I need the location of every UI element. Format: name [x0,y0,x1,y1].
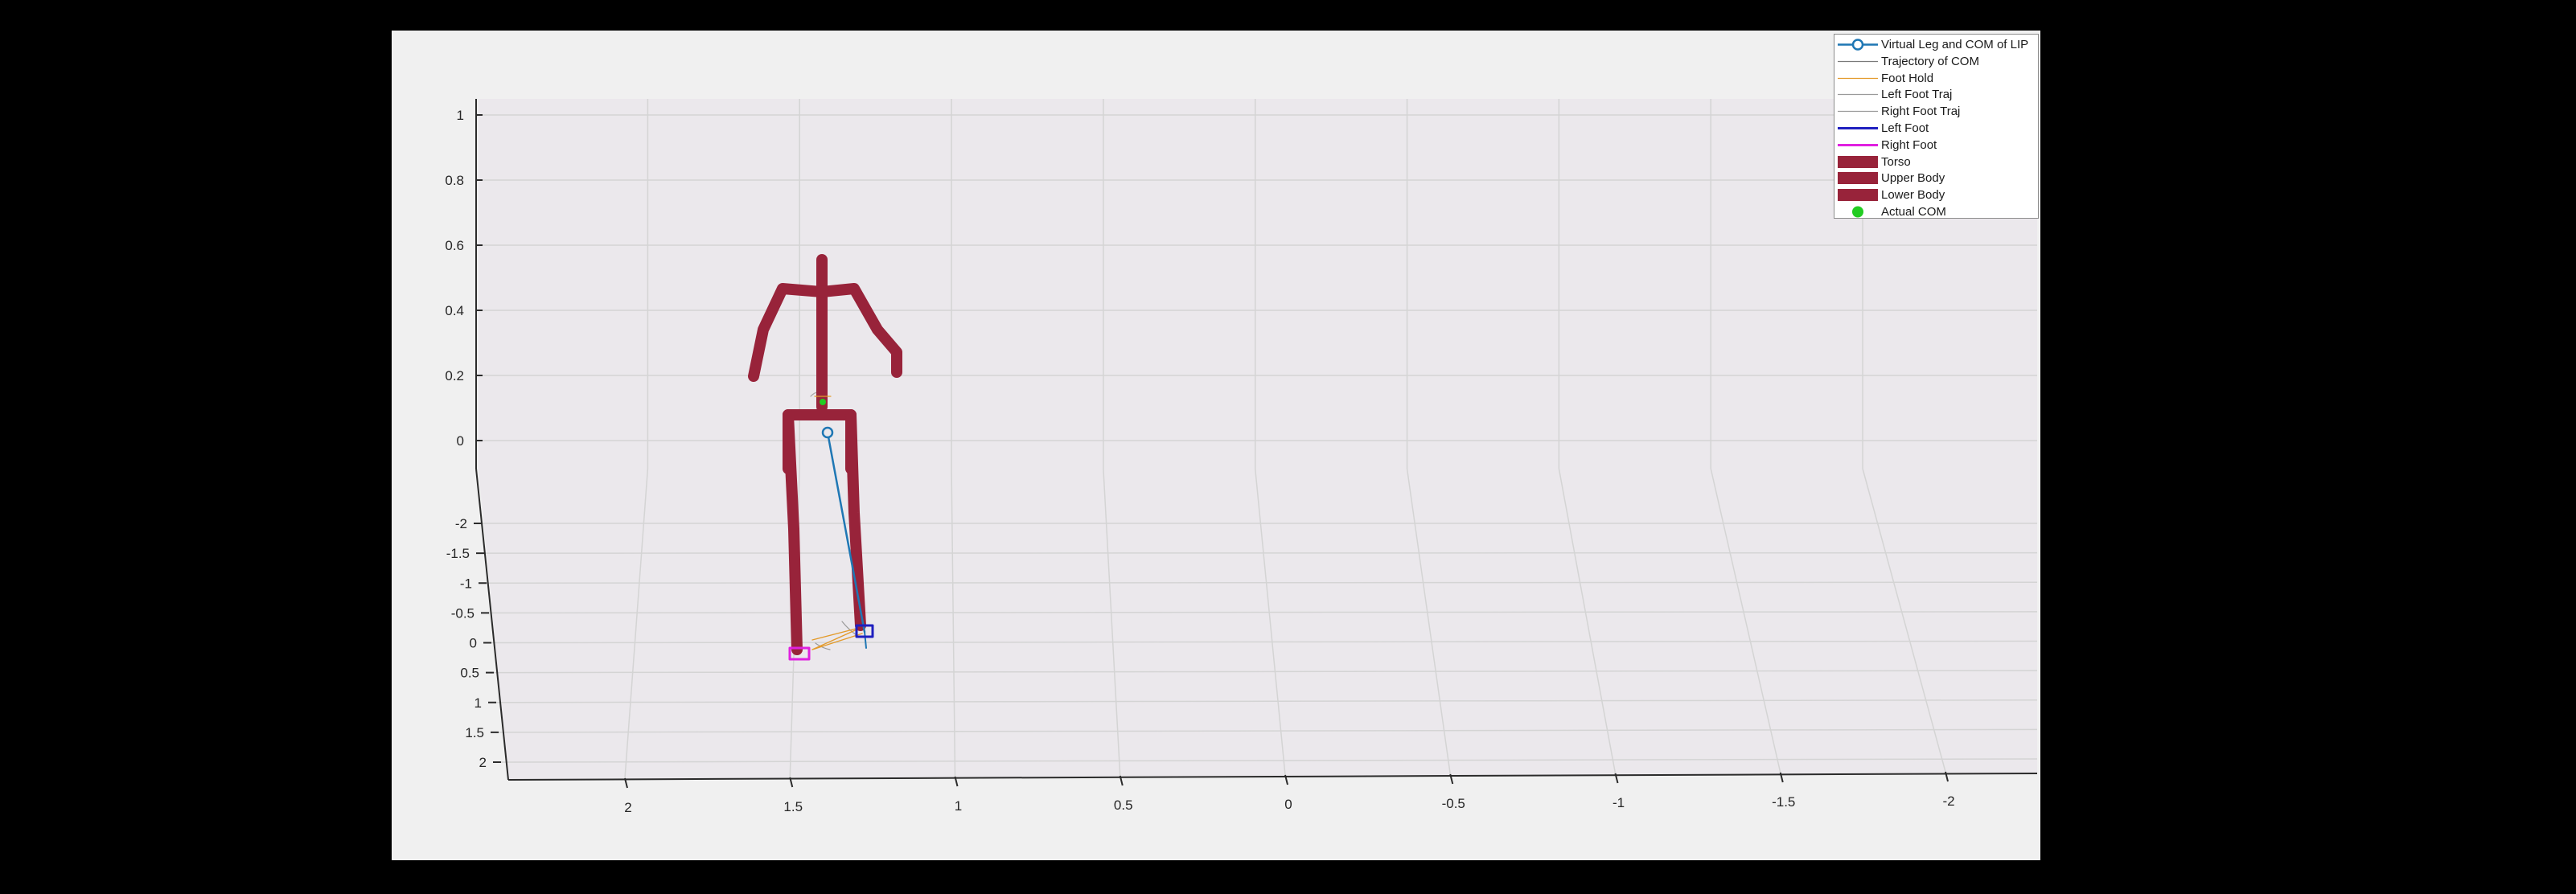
legend-item-label: Virtual Leg and COM of LIP [1881,38,2029,51]
grid-line-y [483,552,2038,554]
axes-floor [479,469,2037,780]
x-tick-label: -1 [1613,795,1625,810]
z-tick-label: 1 [457,108,464,123]
axes-back-wall [479,99,2037,469]
x-tick-label: -0.5 [1442,796,1465,811]
z-tick-label: 0.2 [445,368,464,383]
grid-line-y [486,581,2038,584]
legend-item[interactable]: Torso [1834,154,2038,170]
legend-item-label: Upper Body [1881,171,1945,186]
legend-item-label: Foot Hold [1881,71,1934,85]
y-tick-label: -1 [460,576,472,591]
legend-item[interactable]: Right Foot Traj [1834,103,2038,120]
z-tick-label: 0.4 [445,303,464,318]
legend-item-label: Actual COM [1881,205,1946,219]
x-tick-label: 0.5 [1114,798,1133,813]
legend-item[interactable]: Virtual Leg and COM of LIP [1834,36,2038,53]
z-tick-label: 0.8 [445,173,464,188]
legend-item[interactable]: Trajectory of COM [1834,53,2038,70]
legend-swatch-icon [1838,94,1878,96]
legend-swatch-icon [1838,143,1878,146]
y-tick-label: 0.5 [460,666,479,681]
x-tick-label: -2 [1942,794,1954,809]
legend-item[interactable]: Actual COM [1834,203,2038,220]
y-tick-label: -0.5 [451,605,475,621]
plot-legend[interactable]: Virtual Leg and COM of LIP Trajectory of … [1834,34,2039,219]
legend-item[interactable]: Upper Body [1834,170,2038,187]
3d-plot-axes[interactable]: 1 0.8 0.6 0.4 0.2 0 -2 -1.5 -1 -0.5 0 0.5 1 1.5 2 2 1.5 1… [392,31,2040,860]
y-tick-label: 2 [479,755,487,770]
x-tick-label: 0 [1284,797,1292,812]
legend-swatch-icon [1838,189,1878,202]
matlab-figure-window: 1 0.8 0.6 0.4 0.2 0 -2 -1.5 -1 -0.5 0 0.5 1 1.5 2 2 1.5 1… [392,31,2040,860]
legend-swatch-icon [1838,155,1878,168]
legend-item-label: Right Foot [1881,137,1937,152]
x-tick-label: 1 [955,798,962,814]
lip-com-marker [821,426,834,439]
legend-item[interactable]: Foot Hold [1834,70,2038,87]
legend-item-label: Lower Body [1881,188,1945,203]
legend-swatch-icon [1838,111,1878,113]
y-tick-label: 1 [475,695,482,711]
y-tick-label: -1.5 [446,546,470,561]
legend-item-label: Trajectory of COM [1881,54,1979,68]
legend-item-label: Left Foot Traj [1881,88,1953,102]
legend-item[interactable]: Right Foot [1834,137,2038,154]
legend-item[interactable]: Left Foot Traj [1834,86,2038,103]
x-tick-label: 1.5 [783,799,803,814]
legend-item-label: Left Foot [1881,121,1929,135]
z-tick-label: 0 [457,433,464,449]
x-tick-label: -1.5 [1772,794,1795,810]
y-tick-label: 1.5 [465,725,484,740]
x-tick-label: 2 [624,800,631,815]
legend-item-label: Torso [1881,154,1911,169]
legend-swatch-icon [1838,172,1878,185]
actual-com-dot [820,399,826,405]
legend-swatch-icon [1838,77,1878,79]
legend-swatch-icon [1838,127,1878,129]
legend-swatch-icon [1838,60,1878,62]
legend-swatch-icon [1838,39,1878,51]
legend-item[interactable]: Lower Body [1834,187,2038,203]
legend-item-label: Right Foot Traj [1881,105,1961,119]
z-tick-label: 0.6 [445,238,464,253]
y-tick-label: -2 [455,516,467,531]
legend-swatch-icon [1852,206,1863,218]
legend-item[interactable]: Left Foot [1834,120,2038,137]
y-tick-label: 0 [470,636,477,651]
